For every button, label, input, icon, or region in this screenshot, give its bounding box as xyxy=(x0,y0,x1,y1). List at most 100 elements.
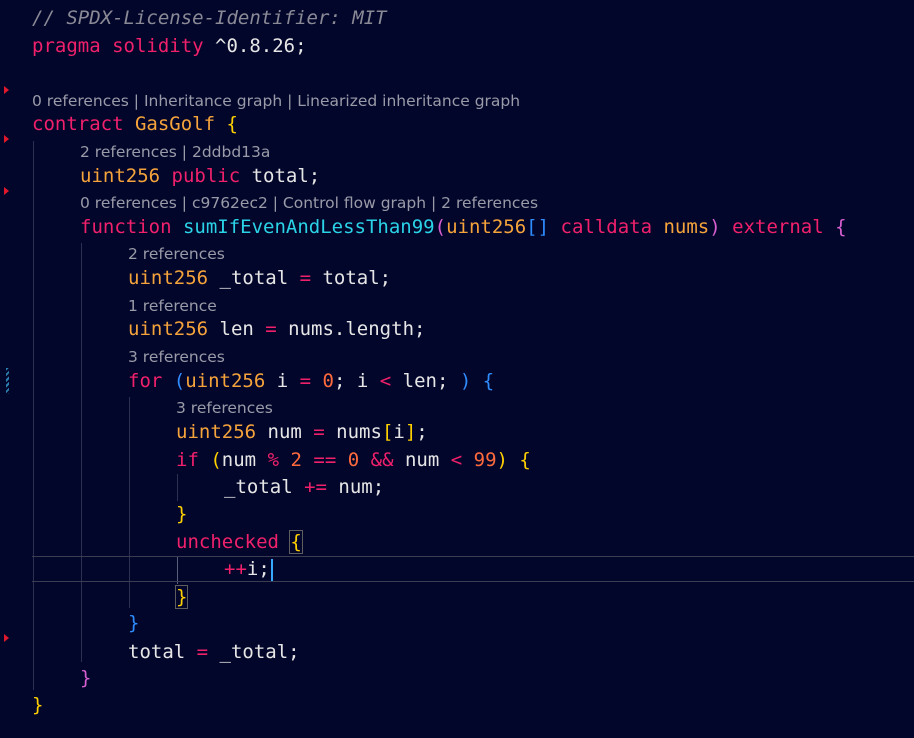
code-token: num xyxy=(256,421,314,443)
code-lens[interactable]: 2 references | 2ddbd13a xyxy=(0,141,914,163)
code-line[interactable]: } xyxy=(0,610,914,636)
code-lens-text[interactable]: 0 references | c9762ec2 | Control flow g… xyxy=(80,192,538,214)
code-line-text: uint256 public total; xyxy=(80,163,320,189)
code-line-text: } xyxy=(32,692,43,718)
code-token: [] xyxy=(526,216,550,238)
code-lens-text[interactable]: 3 references xyxy=(176,397,273,419)
code-editor[interactable]: // SPDX-License-Identifier: MIT pragma so… xyxy=(0,0,914,738)
code-lens[interactable]: 3 references xyxy=(0,346,914,368)
code-line-text: } xyxy=(128,610,139,636)
code-lens[interactable]: 2 references xyxy=(0,243,914,265)
code-token: i; xyxy=(246,558,270,580)
code-line-text: // SPDX-License-Identifier: MIT xyxy=(32,5,387,31)
code-token: i xyxy=(393,421,405,443)
code-lens-text[interactable]: 2 references | 2ddbd13a xyxy=(80,141,270,163)
code-token: num xyxy=(221,449,268,471)
code-token: ; xyxy=(416,421,428,443)
code-token: } xyxy=(128,612,140,634)
code-token: uint256 xyxy=(185,370,266,392)
code-line[interactable]: _total += num; xyxy=(0,474,914,500)
code-token: } xyxy=(32,694,44,716)
code-token: unchecked xyxy=(176,531,279,553)
code-line[interactable]: uint256 _total = total; xyxy=(0,265,914,291)
code-token: % xyxy=(267,449,280,471)
code-line[interactable]: } xyxy=(0,584,914,610)
code-line-text: if (num % 2 == 0 && num < 99) { xyxy=(176,447,531,473)
code-line[interactable]: // SPDX-License-Identifier: MIT xyxy=(0,5,914,31)
code-token: solidity xyxy=(112,35,204,57)
code-line[interactable]: uint256 public total; xyxy=(0,163,914,189)
code-line[interactable]: } xyxy=(0,692,914,718)
code-token: ) xyxy=(459,370,472,392)
code-line[interactable]: total = _total; xyxy=(0,639,914,665)
code-token: nums.length; xyxy=(276,318,426,340)
code-lens[interactable]: 3 references xyxy=(0,397,914,419)
code-token: ; i xyxy=(334,370,380,392)
code-line[interactable]: contract GasGolf { xyxy=(0,111,914,137)
code-token: && xyxy=(370,449,394,471)
code-line[interactable]: uint256 num = nums[i]; xyxy=(0,419,914,445)
code-token: total xyxy=(128,641,197,663)
code-token: _total xyxy=(208,267,300,289)
code-token: { xyxy=(519,449,531,471)
code-line[interactable]: } xyxy=(0,665,914,691)
code-line[interactable]: uint256 len = nums.length; xyxy=(0,316,914,342)
code-lens-text[interactable]: 1 reference xyxy=(128,295,217,317)
code-lens[interactable]: 0 references | Inheritance graph | Linea… xyxy=(0,90,914,112)
code-token: ( xyxy=(434,216,447,238)
code-lens[interactable]: 0 references | c9762ec2 | Control flow g… xyxy=(0,192,914,214)
code-token: for xyxy=(128,370,163,392)
code-token: = xyxy=(196,641,209,663)
code-token: nums xyxy=(324,421,382,443)
code-token: ) xyxy=(496,449,508,471)
code-lens-text[interactable]: 0 references | Inheritance graph | Linea… xyxy=(32,90,520,112)
code-lens[interactable]: 1 reference xyxy=(0,295,914,317)
code-token: { xyxy=(482,370,495,392)
code-token: ( xyxy=(173,370,186,392)
code-line-text: } xyxy=(176,501,187,527)
code-token: < xyxy=(379,370,392,392)
code-token: = xyxy=(313,421,325,443)
code-token: { xyxy=(289,530,303,554)
code-token: 2 xyxy=(290,449,302,471)
code-token: len xyxy=(208,318,266,340)
code-line[interactable]: ++i; xyxy=(0,556,914,582)
code-token: _total; xyxy=(208,641,300,663)
code-line[interactable]: if (num % 2 == 0 && num < 99) { xyxy=(0,447,914,473)
code-token: num; xyxy=(326,476,385,498)
code-lens-text[interactable]: 2 references xyxy=(128,243,225,265)
code-token: GasGolf xyxy=(134,113,216,135)
code-token: [ xyxy=(381,421,394,443)
code-line[interactable]: function sumIfEvenAndLessThan99(uint256[… xyxy=(0,214,914,240)
code-lens-text[interactable]: 3 references xyxy=(128,346,225,368)
code-line-text: for (uint256 i = 0; i < len; ) { xyxy=(128,368,494,394)
code-token: ++ xyxy=(224,558,247,580)
code-line[interactable]: for (uint256 i = 0; i < len; ) { xyxy=(0,368,914,394)
code-token: = xyxy=(265,318,277,340)
code-token: total; xyxy=(240,165,321,187)
code-token: ( xyxy=(210,449,222,471)
code-line[interactable]: pragma solidity ^0.8.26; xyxy=(0,33,914,59)
code-token: += xyxy=(304,476,327,498)
code-line[interactable]: unchecked { xyxy=(0,529,914,555)
code-token: nums xyxy=(663,216,710,238)
code-token: 0 xyxy=(347,449,360,471)
code-token: total; xyxy=(311,267,392,289)
code-token: { xyxy=(226,113,238,135)
code-line-text: } xyxy=(80,665,91,691)
code-line[interactable]: } xyxy=(0,501,914,527)
code-line-text: } xyxy=(174,584,189,610)
code-line-text: uint256 num = nums[i]; xyxy=(176,419,428,445)
